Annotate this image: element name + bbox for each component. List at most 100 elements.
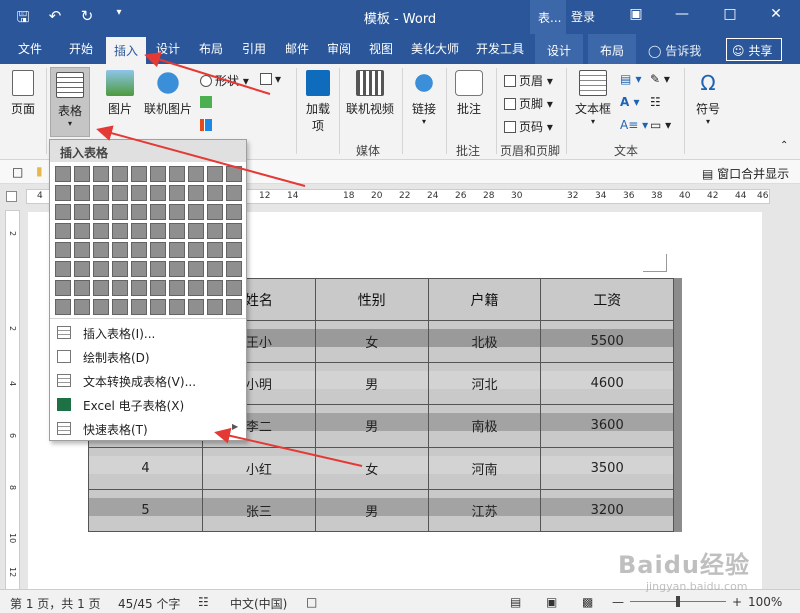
page-count[interactable]: 第 1 页，共 1 页	[10, 595, 101, 612]
language-indicator[interactable]: 中文(中国)	[230, 595, 287, 612]
table-grid-cell[interactable]	[93, 299, 109, 315]
table-grid-cell[interactable]	[131, 299, 147, 315]
table-grid-cell[interactable]	[131, 223, 147, 239]
folder-icon[interactable]: ▮	[36, 164, 43, 178]
table-grid-cell[interactable]	[169, 185, 185, 201]
footer-button[interactable]: 页脚 ▾	[504, 95, 553, 112]
tab-view[interactable]: 视图	[369, 40, 393, 57]
share-button[interactable]: ☺ 共享	[726, 38, 782, 61]
table-grid-cell[interactable]	[131, 280, 147, 296]
wordart-icon[interactable]: A ▾	[620, 95, 640, 109]
tab-references[interactable]: 引用	[242, 40, 266, 57]
table-grid-cell[interactable]	[226, 299, 242, 315]
table-grid-cell[interactable]	[226, 261, 242, 277]
table-grid-cell[interactable]	[131, 242, 147, 258]
smartart-button[interactable]	[200, 95, 215, 109]
comment-button[interactable]: 批注	[451, 70, 487, 117]
quick-tables-menu-item[interactable]: 快速表格(T) ▶	[50, 417, 246, 441]
tab-file[interactable]: 文件	[18, 40, 42, 57]
shapes-button[interactable]: 形状 ▾	[200, 72, 249, 89]
table-cell[interactable]: 江苏	[427, 488, 542, 533]
table-grid-cell[interactable]	[207, 242, 223, 258]
table-grid-cell[interactable]	[188, 166, 204, 182]
table-grid-cell[interactable]	[150, 280, 166, 296]
link-button[interactable]: 链接 ▾	[406, 70, 442, 126]
tab-table-design[interactable]: 设计	[535, 34, 584, 64]
table-cell[interactable]: 5500	[540, 319, 674, 364]
table-cell[interactable]: 男	[314, 362, 429, 406]
table-grid-cell[interactable]	[74, 166, 90, 182]
zoom-level[interactable]: 100%	[748, 595, 782, 609]
proofing-icon[interactable]: ☷	[198, 595, 209, 609]
table-grid-cell[interactable]	[150, 299, 166, 315]
table-grid-cell[interactable]	[55, 204, 71, 220]
table-grid-cell[interactable]	[93, 242, 109, 258]
tab-selector[interactable]	[6, 191, 17, 202]
table-grid-cell[interactable]	[169, 223, 185, 239]
tab-insert[interactable]: 插入	[106, 37, 147, 64]
tab-mailings[interactable]: 邮件	[285, 40, 309, 57]
table-cell[interactable]: 4	[88, 446, 203, 490]
table-grid-cell[interactable]	[131, 204, 147, 220]
symbol-button[interactable]: Ω 符号 ▾	[692, 70, 724, 126]
tab-beautify[interactable]: 美化大师	[411, 40, 459, 57]
zoom-slider-handle[interactable]	[676, 596, 680, 607]
table-grid-cell[interactable]	[112, 242, 128, 258]
login-link[interactable]: 登录	[571, 8, 595, 25]
table-grid-cell[interactable]	[150, 261, 166, 277]
table-grid-cell[interactable]	[207, 204, 223, 220]
table-button[interactable]: 表格 ▾	[50, 67, 90, 137]
vertical-ruler[interactable]: 2 2 4 6 8 10 12	[5, 210, 20, 590]
signature-line-icon[interactable]: ✎ ▾	[650, 72, 670, 86]
table-grid-cell[interactable]	[112, 280, 128, 296]
table-grid-cell[interactable]	[169, 166, 185, 182]
table-grid-cell[interactable]	[112, 204, 128, 220]
table-cell[interactable]: 男	[314, 488, 429, 533]
table-grid-cell[interactable]	[93, 204, 109, 220]
word-count[interactable]: 45/45 个字	[118, 595, 180, 612]
read-mode-icon[interactable]: ▤	[510, 595, 521, 609]
new-doc-icon[interactable]: □	[12, 165, 23, 179]
table-grid-cell[interactable]	[188, 204, 204, 220]
table-cell[interactable]: 3200	[540, 488, 674, 533]
table-grid-cell[interactable]	[74, 280, 90, 296]
chart-button[interactable]	[200, 118, 215, 132]
table-grid-cell[interactable]	[226, 242, 242, 258]
table-grid-cell[interactable]	[112, 166, 128, 182]
table-grid-cell[interactable]	[93, 185, 109, 201]
quick-parts-icon[interactable]: ▤ ▾	[620, 72, 642, 86]
dropcap-icon[interactable]: A≡ ▾	[620, 118, 648, 132]
minimize-icon[interactable]: —	[672, 6, 692, 22]
object-icon[interactable]: ▭ ▾	[650, 118, 671, 132]
table-grid-cell[interactable]	[55, 242, 71, 258]
table-grid-cell[interactable]	[150, 185, 166, 201]
table-cell[interactable]: 女	[314, 319, 429, 364]
table-grid-cell[interactable]	[112, 261, 128, 277]
table-grid-cell[interactable]	[207, 261, 223, 277]
table-grid-cell[interactable]	[131, 185, 147, 201]
table-cell[interactable]: 3500	[540, 446, 674, 490]
table-grid-cell[interactable]	[55, 185, 71, 201]
convert-text-menu-item[interactable]: 文本转换成表格(V)...	[50, 369, 246, 393]
tab-review[interactable]: 审阅	[327, 40, 351, 57]
table-grid-cell[interactable]	[112, 185, 128, 201]
table-cell[interactable]: 4600	[540, 362, 674, 406]
table-grid-cell[interactable]	[169, 204, 185, 220]
table-cell[interactable]: 5	[88, 488, 203, 533]
table-grid-cell[interactable]	[74, 223, 90, 239]
table-cell[interactable]: 河南	[427, 446, 542, 490]
table-grid-cell[interactable]	[169, 242, 185, 258]
web-layout-icon[interactable]: ▩	[582, 595, 593, 609]
table-grid-cell[interactable]	[226, 166, 242, 182]
table-grid-cell[interactable]	[207, 185, 223, 201]
table-header-cell[interactable]: 性别	[314, 278, 429, 321]
table-grid-cell[interactable]	[188, 242, 204, 258]
table-grid-cell[interactable]	[55, 280, 71, 296]
table-grid-cell[interactable]	[226, 223, 242, 239]
collapse-ribbon-icon[interactable]: ⌃	[780, 140, 788, 151]
table-cell[interactable]: 南极	[427, 404, 542, 448]
table-grid-cell[interactable]	[207, 299, 223, 315]
table-grid-cell[interactable]	[55, 166, 71, 182]
close-icon[interactable]: ✕	[766, 6, 786, 22]
window-merge-button[interactable]: ▤ 窗口合并显示	[702, 165, 789, 182]
